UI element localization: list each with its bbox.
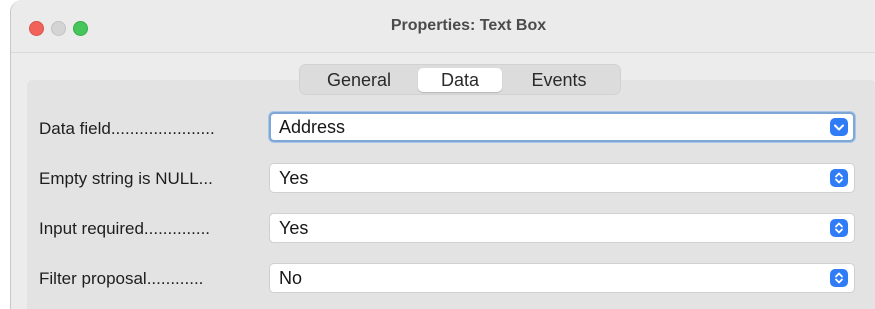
empty-string-is-null-select[interactable]: Yes xyxy=(269,163,855,193)
input-required-select[interactable]: Yes xyxy=(269,213,855,243)
up-down-chevron-icon[interactable] xyxy=(830,169,848,187)
tab-bar: General Data Events xyxy=(299,64,621,95)
filter-proposal-label: Filter proposal............ xyxy=(39,269,204,288)
filter-proposal-value: No xyxy=(279,268,303,288)
empty-string-is-null-value: Yes xyxy=(279,168,309,188)
tab-general[interactable]: General xyxy=(316,68,402,92)
properties-window: Properties: Text Box General Data Events… xyxy=(10,0,875,309)
input-required-label: Input required.............. xyxy=(39,219,211,238)
tab-data[interactable]: Data xyxy=(418,68,502,92)
title-bar: Properties: Text Box xyxy=(11,0,875,53)
chevron-down-icon[interactable] xyxy=(830,118,848,136)
data-field-value: Address xyxy=(279,117,346,137)
empty-string-is-null-label: Empty string is NULL... xyxy=(39,169,213,188)
data-field-label: Data field...................... xyxy=(39,119,215,138)
up-down-chevron-icon[interactable] xyxy=(830,219,848,237)
input-required-value: Yes xyxy=(279,218,309,238)
data-field-dropdown[interactable]: Address xyxy=(269,112,855,142)
window-title: Properties: Text Box xyxy=(390,17,547,34)
tab-events[interactable]: Events xyxy=(516,68,602,92)
up-down-chevron-icon[interactable] xyxy=(830,269,848,287)
filter-proposal-select[interactable]: No xyxy=(269,263,855,293)
